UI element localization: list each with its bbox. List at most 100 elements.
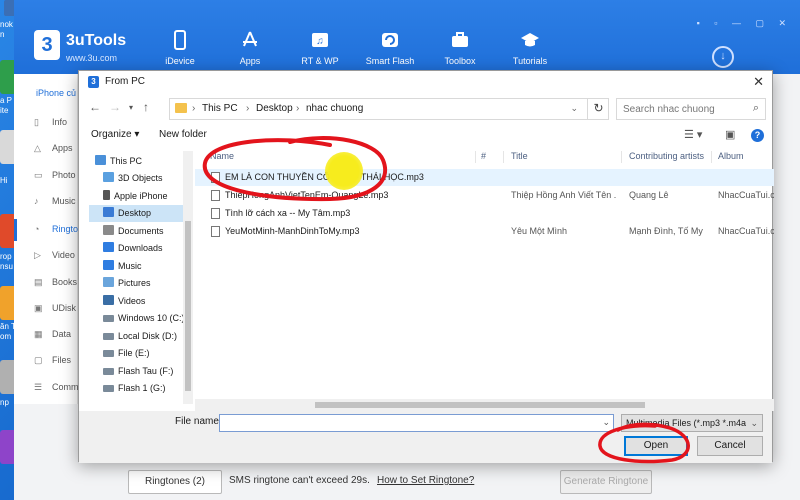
phone-icon — [174, 30, 186, 50]
tree-item-downloads[interactable]: Downloads — [103, 240, 189, 257]
file-row[interactable]: ThiepHongAnhVietTenEm-QuangLe.mp3 Thiệp … — [195, 187, 774, 204]
graduation-cap-icon — [521, 33, 539, 47]
tree-item-documents[interactable]: Documents — [103, 223, 189, 240]
sidebar-item-label: Data — [52, 329, 72, 339]
desktop-icon-label: Hi — [0, 176, 8, 185]
file-name-input[interactable] — [220, 415, 580, 431]
column-divider — [621, 151, 622, 163]
tree-item-videos[interactable]: Videos — [103, 293, 189, 310]
tree-item-file-e[interactable]: File (E:) — [103, 345, 189, 362]
sidebar-item-photos[interactable]: ▭ Photo — [34, 165, 78, 185]
scrollbar-thumb[interactable] — [315, 402, 645, 408]
nav-toolbox[interactable]: Toolbox — [430, 30, 490, 66]
sidebar-item-common[interactable]: ☰ Comm — [34, 377, 78, 397]
tree-item-windows-c[interactable]: Windows 10 (C:) — [103, 310, 189, 327]
horizontal-scrollbar[interactable] — [195, 399, 774, 411]
app-sidebar: iPhone củ ▯ Info △ Apps ▭ Photo ♪ Music ◔ Rin… — [14, 74, 78, 404]
sidebar-item-books[interactable]: ▤ Books — [34, 272, 78, 292]
sidebar-item-video[interactable]: ▷ Video — [34, 245, 78, 265]
tree-item-3d-objects[interactable]: 3D Objects — [103, 170, 189, 187]
device-selector[interactable]: iPhone củ — [14, 82, 78, 104]
sidebar-item-music[interactable]: ♪ Music — [34, 191, 78, 211]
sidebar-item-label: UDisk — [52, 303, 76, 313]
nav-rt-wp[interactable]: ♫ RT & WP — [290, 30, 350, 66]
tree-scrollbar[interactable] — [183, 151, 193, 404]
help-icon[interactable]: ? — [751, 129, 764, 142]
breadcrumb-separator: › — [192, 103, 196, 114]
generate-ringtone-button[interactable]: Generate Ringtone — [560, 470, 652, 494]
view-options-icon[interactable]: ☰ ▾ — [684, 128, 702, 141]
chevron-down-icon[interactable]: ⌄ — [602, 417, 610, 428]
file-title: Yêu Một Mình — [511, 226, 568, 236]
ringtone-limit-notice: SMS ringtone can't exceed 29s. — [229, 475, 370, 486]
navigation-pane: This PC 3D Objects Apple iPhone Desktop … — [89, 151, 189, 413]
column-header-number[interactable]: # — [481, 151, 486, 165]
sidebar-item-data[interactable]: ▦ Data — [34, 324, 78, 344]
forward-arrow-icon[interactable]: → — [109, 100, 121, 114]
ringtones-button[interactable]: Ringtones (2) — [128, 470, 222, 494]
sidebar-item-udisk[interactable]: ▣ UDisk — [34, 298, 78, 318]
cancel-button[interactable]: Cancel — [697, 436, 763, 456]
address-bar[interactable]: › This PC › Desktop › nhac chuong ⌄ — [169, 98, 609, 120]
sidebar-item-files[interactable]: ▢ Files — [34, 350, 78, 370]
recent-dropdown-icon[interactable]: ▾ — [129, 103, 133, 112]
breadcrumb-this-pc[interactable]: This PC — [202, 103, 238, 114]
tree-item-pictures[interactable]: Pictures — [103, 275, 189, 292]
document-icon — [103, 225, 114, 235]
tree-item-label: Flash Tau (F:) — [118, 366, 174, 376]
tree-item-this-pc[interactable]: This PC — [95, 153, 189, 170]
close-icon[interactable]: ✕ — [753, 74, 764, 90]
sidebar-item-ringtones[interactable]: ◔ Ringto — [34, 219, 78, 239]
sidebar-item-label: Music — [52, 196, 76, 206]
file-name-field[interactable]: ⌄ — [219, 414, 614, 432]
file-row[interactable]: YeuMotMinh-ManhDinhToMy.mp3 Yêu Một Mình… — [195, 223, 774, 240]
back-arrow-icon[interactable]: ← — [89, 100, 101, 114]
tree-item-flash-1-g[interactable]: Flash 1 (G:) — [103, 380, 189, 397]
nav-label: Smart Flash — [365, 56, 415, 66]
organize-button[interactable]: Organize ▾ — [91, 129, 139, 140]
open-button[interactable]: Open — [624, 436, 688, 456]
photo-icon: ▭ — [34, 170, 43, 180]
file-row[interactable]: Tình lỡ cách xa -- My Tâm.mp3 — [195, 205, 774, 222]
cube-icon — [103, 172, 114, 182]
common-icon: ☰ — [34, 382, 43, 392]
tree-item-label: Documents — [118, 226, 164, 236]
preview-pane-icon[interactable]: ▣ — [725, 128, 735, 141]
column-header-contributing-artists[interactable]: Contributing artists — [629, 151, 704, 165]
file-artists: Quang Lê — [629, 190, 669, 200]
sidebar-item-info[interactable]: ▯ Info — [34, 112, 78, 132]
breadcrumb-nhac-chuong[interactable]: nhac chuong — [306, 103, 363, 114]
nav-idevice[interactable]: iDevice — [150, 30, 210, 66]
open-file-dialog: 3 From PC ✕ ← → ▾ ↑ › This PC › Desktop … — [78, 70, 774, 463]
sidebar-item-apps[interactable]: △ Apps — [34, 138, 78, 158]
tree-item-flash-tau-f[interactable]: Flash Tau (F:) — [103, 363, 189, 380]
refresh-icon[interactable]: ↻ — [587, 98, 609, 120]
download-icon[interactable]: ↓ — [712, 46, 734, 68]
sidebar-item-label: Photo — [52, 170, 76, 180]
tree-item-local-disk-d[interactable]: Local Disk (D:) — [103, 328, 189, 345]
search-input[interactable] — [623, 102, 741, 116]
nav-apps[interactable]: Apps — [220, 30, 280, 66]
up-arrow-icon[interactable]: ↑ — [143, 100, 149, 114]
new-folder-button[interactable]: New folder — [159, 129, 207, 140]
file-row[interactable]: EM LÀ CON THUYỀN CÔ ĐƠN - THÁI HỌC.mp3 — [195, 169, 774, 186]
tree-item-apple-iphone[interactable]: Apple iPhone — [103, 188, 189, 205]
nav-smart-flash[interactable]: Smart Flash — [360, 30, 420, 66]
tree-item-music[interactable]: Music — [103, 258, 189, 275]
breadcrumb-desktop[interactable]: Desktop — [256, 103, 293, 114]
search-box[interactable]: ⌕ — [616, 98, 766, 120]
column-header-name[interactable]: Name — [210, 151, 234, 165]
nav-tutorials[interactable]: Tutorials — [500, 30, 560, 66]
tree-item-desktop[interactable]: Desktop — [89, 205, 187, 222]
flash-icon — [382, 33, 398, 47]
column-header-album[interactable]: Album — [718, 151, 744, 165]
chevron-down-icon[interactable]: ⌄ — [570, 103, 578, 114]
how-to-set-ringtone-link[interactable]: How to Set Ringtone? — [377, 475, 474, 486]
chevron-down-icon: ⌄ — [750, 415, 758, 431]
scrollbar-thumb[interactable] — [185, 221, 191, 391]
window-controls[interactable]: ▪ ▫ — ▢ ✕ — [697, 18, 792, 29]
file-type-select[interactable]: Multimedia Files (*.mp3 *.m4a ⌄ — [621, 414, 763, 432]
sidebar-item-label: Info — [52, 117, 68, 127]
folder-icon — [175, 103, 187, 113]
column-header-title[interactable]: Title — [511, 151, 528, 165]
